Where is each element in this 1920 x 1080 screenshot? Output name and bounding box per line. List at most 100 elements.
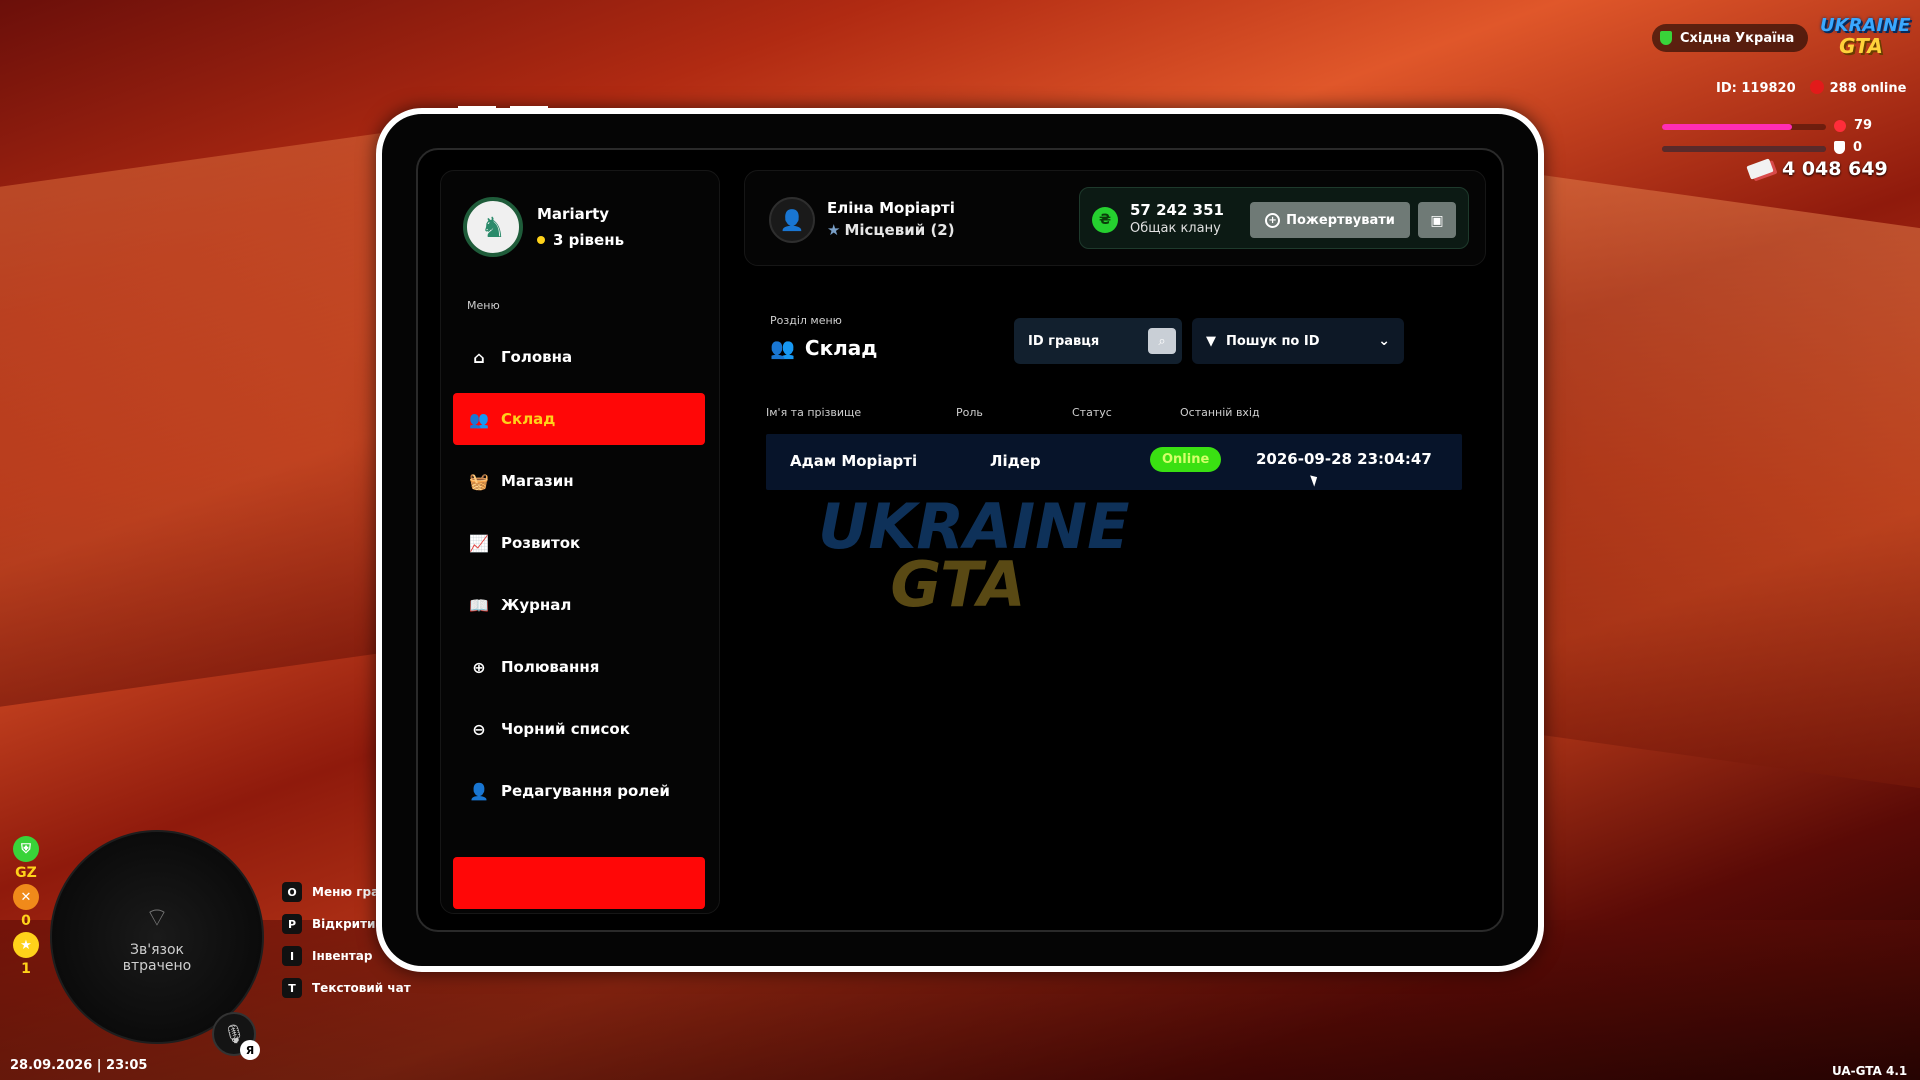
- hint-key: P: [282, 914, 302, 934]
- profile-info: Mariarty 3 рівень: [537, 205, 624, 249]
- section-caption: Розділ меню: [770, 314, 842, 327]
- hint-label: Текстовий чат: [312, 981, 411, 995]
- avatar: ♞: [463, 197, 523, 257]
- column-header: Статус: [1072, 406, 1112, 419]
- plus-icon: +: [1265, 212, 1281, 228]
- online-count: 288 online: [1829, 81, 1907, 96]
- bank-amount: 57 242 351: [1130, 201, 1224, 219]
- armor-bar-fill: [1662, 146, 1826, 152]
- online-dot-icon: [1809, 80, 1824, 94]
- menu-caption: Меню: [467, 299, 500, 312]
- profile-level-text: 3 рівень: [553, 231, 625, 249]
- column-header: Роль: [956, 406, 983, 419]
- user-icon: 👤: [769, 197, 815, 243]
- player-id-input[interactable]: [1028, 333, 1134, 349]
- clan-bank: ₴ 57 242 351 Общак клану + Пожертвувати ▣: [1079, 187, 1469, 249]
- health-bar: [1662, 124, 1826, 130]
- health-bar-fill: [1662, 124, 1792, 130]
- online-count-wrap: 288 online: [1809, 80, 1907, 96]
- member-name: Еліна Моріарті: [827, 199, 955, 217]
- sidebar: ♞ Mariarty 3 рівень Меню ⌂ Головна 👥 Склад 🧺…: [440, 170, 720, 914]
- tablet-button: [510, 106, 548, 110]
- chevron-down-icon: ⌄: [1378, 333, 1390, 349]
- sidebar-item-label: Магазин: [501, 472, 574, 490]
- star-value: 1: [21, 961, 31, 977]
- column-header: Останній вхід: [1180, 406, 1260, 419]
- sidebar-item[interactable]: 📈 Розвиток: [453, 517, 705, 569]
- filter-dropdown[interactable]: ▼ Пошук по ID ⌄: [1192, 318, 1404, 364]
- hint-key: I: [282, 946, 302, 966]
- table-header: Ім'я та прізвище Роль Статус Останній вх…: [766, 406, 1462, 426]
- sidebar-item[interactable]: ⊕ Полювання: [453, 641, 705, 693]
- sidebar-menu: ⌂ Головна 👥 Склад 🧺 Магазин 📈 Розвиток 📖 Журнал ⊕ П…: [453, 331, 705, 827]
- tablet-frame: ♞ Mariarty 3 рівень Меню ⌂ Головна 👥 Склад 🧺…: [376, 106, 1544, 972]
- sidebar-item[interactable]: ⊖ Чорний список: [453, 703, 705, 755]
- id-search-box: ⌕: [1014, 318, 1182, 364]
- background-band-right: [1520, 171, 1920, 789]
- home-icon: ⌂: [473, 347, 485, 367]
- main-content: Розділ меню 👥 Склад ⌕ ▼ Пошук по ID ⌄ Ім'…: [744, 292, 1486, 912]
- status-icons: ⛨ GZ ✕ 0 ★ 1: [12, 836, 40, 977]
- storage-button[interactable]: ▣: [1418, 202, 1456, 238]
- hint-item: T Текстовий чат: [282, 978, 411, 998]
- sidebar-bottom-button[interactable]: [453, 857, 705, 909]
- server-name: Східна Україна: [1680, 30, 1795, 46]
- group-icon: 👥: [770, 336, 795, 360]
- hint-label: Інвентар: [312, 949, 373, 963]
- sidebar-item[interactable]: 🧺 Магазин: [453, 455, 705, 507]
- sidebar-item[interactable]: ⌂ Головна: [453, 331, 705, 383]
- tablet-button: [458, 106, 496, 110]
- profile-level: 3 рівень: [537, 231, 624, 249]
- logo-line1: UKRAINE: [1820, 15, 1911, 36]
- basket-icon: 🧺: [469, 471, 489, 491]
- star-icon: ★: [13, 932, 39, 958]
- microphone-button[interactable]: 🎙 Я: [212, 1012, 260, 1060]
- server-badge: Східна Україна: [1652, 24, 1809, 52]
- book-icon: 📖: [469, 595, 489, 615]
- member-cell-name: Адам Моріарті: [790, 452, 918, 470]
- heart-icon: [1834, 119, 1846, 132]
- shield-icon: [1660, 31, 1672, 45]
- logo-line2: GTA: [1839, 34, 1883, 58]
- sidebar-item[interactable]: 📖 Журнал: [453, 579, 705, 631]
- armor-stat: 0: [1834, 140, 1862, 155]
- hint-key: T: [282, 978, 302, 998]
- crosshair-icon: ⊕: [472, 657, 486, 677]
- search-button[interactable]: ⌕: [1148, 328, 1176, 354]
- astronaut-icon: ♞: [480, 210, 506, 244]
- level-dot-icon: [537, 236, 545, 244]
- hint-key: O: [282, 882, 302, 902]
- voice-key-badge: Я: [240, 1040, 260, 1060]
- sidebar-item-label: Полювання: [501, 658, 600, 676]
- background-band-left: [0, 133, 380, 707]
- health-value: 79: [1854, 118, 1873, 133]
- sidebar-item[interactable]: 👤 Редагування ролей: [453, 765, 705, 817]
- no-signal-icon: ⌔: [144, 902, 170, 933]
- table-row[interactable]: Адам Моріарті Лідер Online 2026-09-28 23…: [766, 434, 1462, 490]
- armor-icon: [1834, 141, 1845, 154]
- sidebar-item-label: Розвиток: [501, 534, 581, 552]
- player-id: ID: 119820: [1716, 80, 1796, 96]
- tools-value: 0: [21, 913, 31, 929]
- profile-username: Mariarty: [537, 205, 610, 223]
- coin-icon: ₴: [1092, 207, 1118, 233]
- sidebar-item-label: Чорний список: [501, 720, 630, 738]
- money-display: 4 048 649: [1746, 158, 1888, 180]
- chart-line-icon: 📈: [469, 533, 489, 553]
- member-cell-role: Лідер: [990, 452, 1041, 470]
- hint-label: Меню гра: [312, 885, 380, 899]
- donate-label: Пожертвувати: [1286, 212, 1395, 228]
- sidebar-item-label: Журнал: [501, 596, 572, 614]
- sidebar-item[interactable]: 👥 Склад: [453, 393, 705, 445]
- minus-circle-icon: ⊖: [472, 719, 486, 739]
- filter-label: Пошук по ID: [1226, 333, 1320, 349]
- armor-bar: [1662, 146, 1826, 152]
- sidebar-item-label: Склад: [501, 410, 556, 428]
- member-rank-text: Місцевий (2): [844, 221, 955, 239]
- donate-button[interactable]: + Пожертвувати: [1250, 202, 1410, 238]
- zone-value: GZ: [15, 865, 37, 881]
- game-logo: UKRAINE GTA: [1820, 15, 1911, 60]
- armor-value: 0: [1853, 140, 1863, 155]
- page-title-text: Склад: [804, 336, 878, 360]
- money-value: 4 048 649: [1782, 158, 1888, 180]
